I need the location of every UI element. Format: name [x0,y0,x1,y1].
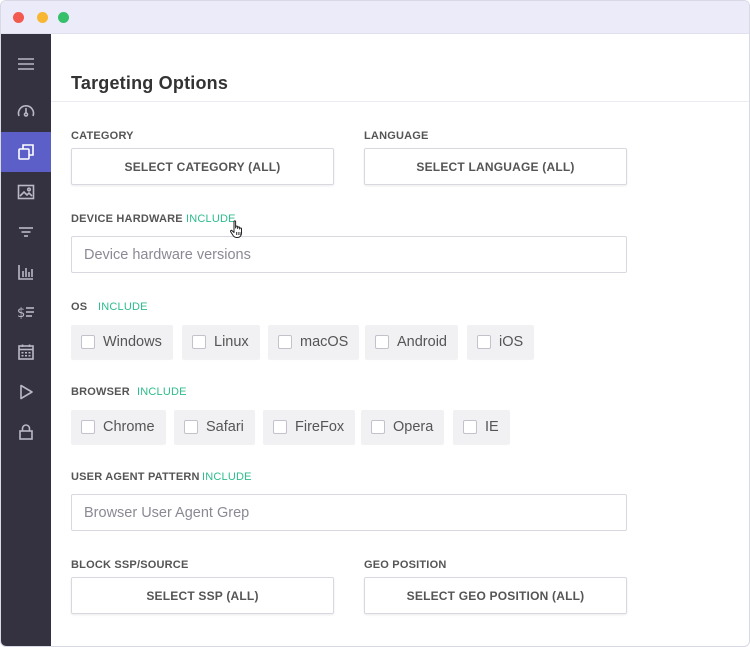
sidebar-item-media[interactable] [1,172,51,212]
os-macos-checkbox[interactable] [278,335,292,349]
calendar-icon [18,344,34,360]
browser-option-label: IE [485,419,499,435]
os-option-windows[interactable]: Windows [71,325,173,359]
menu-icon [18,58,34,70]
browser-option-ie[interactable]: IE [453,410,510,444]
os-include-toggle[interactable]: INCLUDE [98,301,148,313]
select-language-button[interactable]: SELECT LANGUAGE (ALL) [364,148,627,185]
filter-icon [19,227,33,237]
lock-icon [19,424,33,440]
geo-position-label: GEO POSITION [364,559,447,571]
device-hardware-input[interactable] [71,236,627,273]
browser-option-safari[interactable]: Safari [174,410,255,444]
browser-include-toggle[interactable]: INCLUDE [137,386,187,398]
browser-option-label: Safari [206,419,244,435]
maximize-window-button[interactable] [58,12,69,23]
page-title: Targeting Options [71,73,229,93]
browser-option-firefox[interactable]: FireFox [263,410,356,444]
sidebar-item-campaigns[interactable] [1,132,51,172]
hand-pointer-cursor-icon [229,220,242,238]
select-geo-position-button[interactable]: SELECT GEO POSITION (ALL) [364,577,627,614]
browser-ie-checkbox[interactable] [463,420,477,434]
campaigns-copy-icon [18,144,34,160]
language-label: LANGUAGE [364,130,429,142]
bar-chart-icon [18,265,33,280]
browser-firefox-checkbox[interactable] [273,420,287,434]
browser-safari-checkbox[interactable] [184,420,198,434]
pricing-icon: $ [17,306,34,321]
browser-chrome-checkbox[interactable] [81,420,95,434]
dashboard-gauge-icon [17,105,35,117]
svg-text:$: $ [17,306,25,321]
browser-label: BROWSER [71,386,130,398]
sidebar-item-dashboard[interactable] [1,92,51,132]
browser-option-opera[interactable]: Opera [361,410,445,444]
os-option-label: Windows [103,334,162,350]
close-window-button[interactable] [13,12,24,23]
browser-option-label: FireFox [295,419,345,435]
image-icon [17,184,35,200]
sidebar-item-menu[interactable] [1,44,51,84]
sidebar-item-reports[interactable] [1,252,51,292]
os-linux-checkbox[interactable] [192,335,206,349]
select-category-button[interactable]: SELECT CATEGORY (ALL) [71,148,334,185]
block-ssp-label: BLOCK SSP/SOURCE [71,559,189,571]
os-ios-checkbox[interactable] [477,335,491,349]
main-content: Targeting Options CATEGORY SELECT CATEGO… [51,34,749,646]
browser-option-label: Chrome [103,419,155,435]
user-agent-label: USER AGENT PATTERN [71,471,200,483]
browser-opera-checkbox[interactable] [371,420,385,434]
device-hardware-label: DEVICE HARDWARE [71,213,183,225]
user-agent-input[interactable] [71,494,627,531]
title-divider [51,101,749,102]
sidebar-item-pricing[interactable]: $ [1,292,51,332]
os-option-ios[interactable]: iOS [467,325,535,359]
select-ssp-button[interactable]: SELECT SSP (ALL) [71,577,334,614]
browser-option-label: Opera [393,419,434,435]
os-option-label: macOS [300,334,349,350]
os-option-label: Android [397,334,447,350]
os-android-checkbox[interactable] [375,335,389,349]
os-windows-checkbox[interactable] [81,335,95,349]
sidebar-item-security[interactable] [1,412,51,452]
browser-option-chrome[interactable]: Chrome [71,410,166,444]
app-window: $ Targeting Options CATEGORY SELECT CATE… [0,0,750,647]
os-option-label: Linux [214,334,249,350]
os-label: OS [71,301,88,313]
minimize-window-button[interactable] [37,12,48,23]
sidebar-item-schedule[interactable] [1,332,51,372]
sidebar: $ [1,34,51,646]
user-agent-include-toggle[interactable]: INCLUDE [202,471,252,483]
sidebar-item-play[interactable] [1,372,51,412]
sidebar-item-filters[interactable] [1,212,51,252]
play-icon [20,384,33,400]
os-option-macos[interactable]: macOS [268,325,360,359]
os-option-linux[interactable]: Linux [182,325,260,359]
os-option-label: iOS [499,334,524,350]
category-label: CATEGORY [71,130,134,142]
title-bar [1,1,749,34]
os-option-android[interactable]: Android [365,325,458,359]
